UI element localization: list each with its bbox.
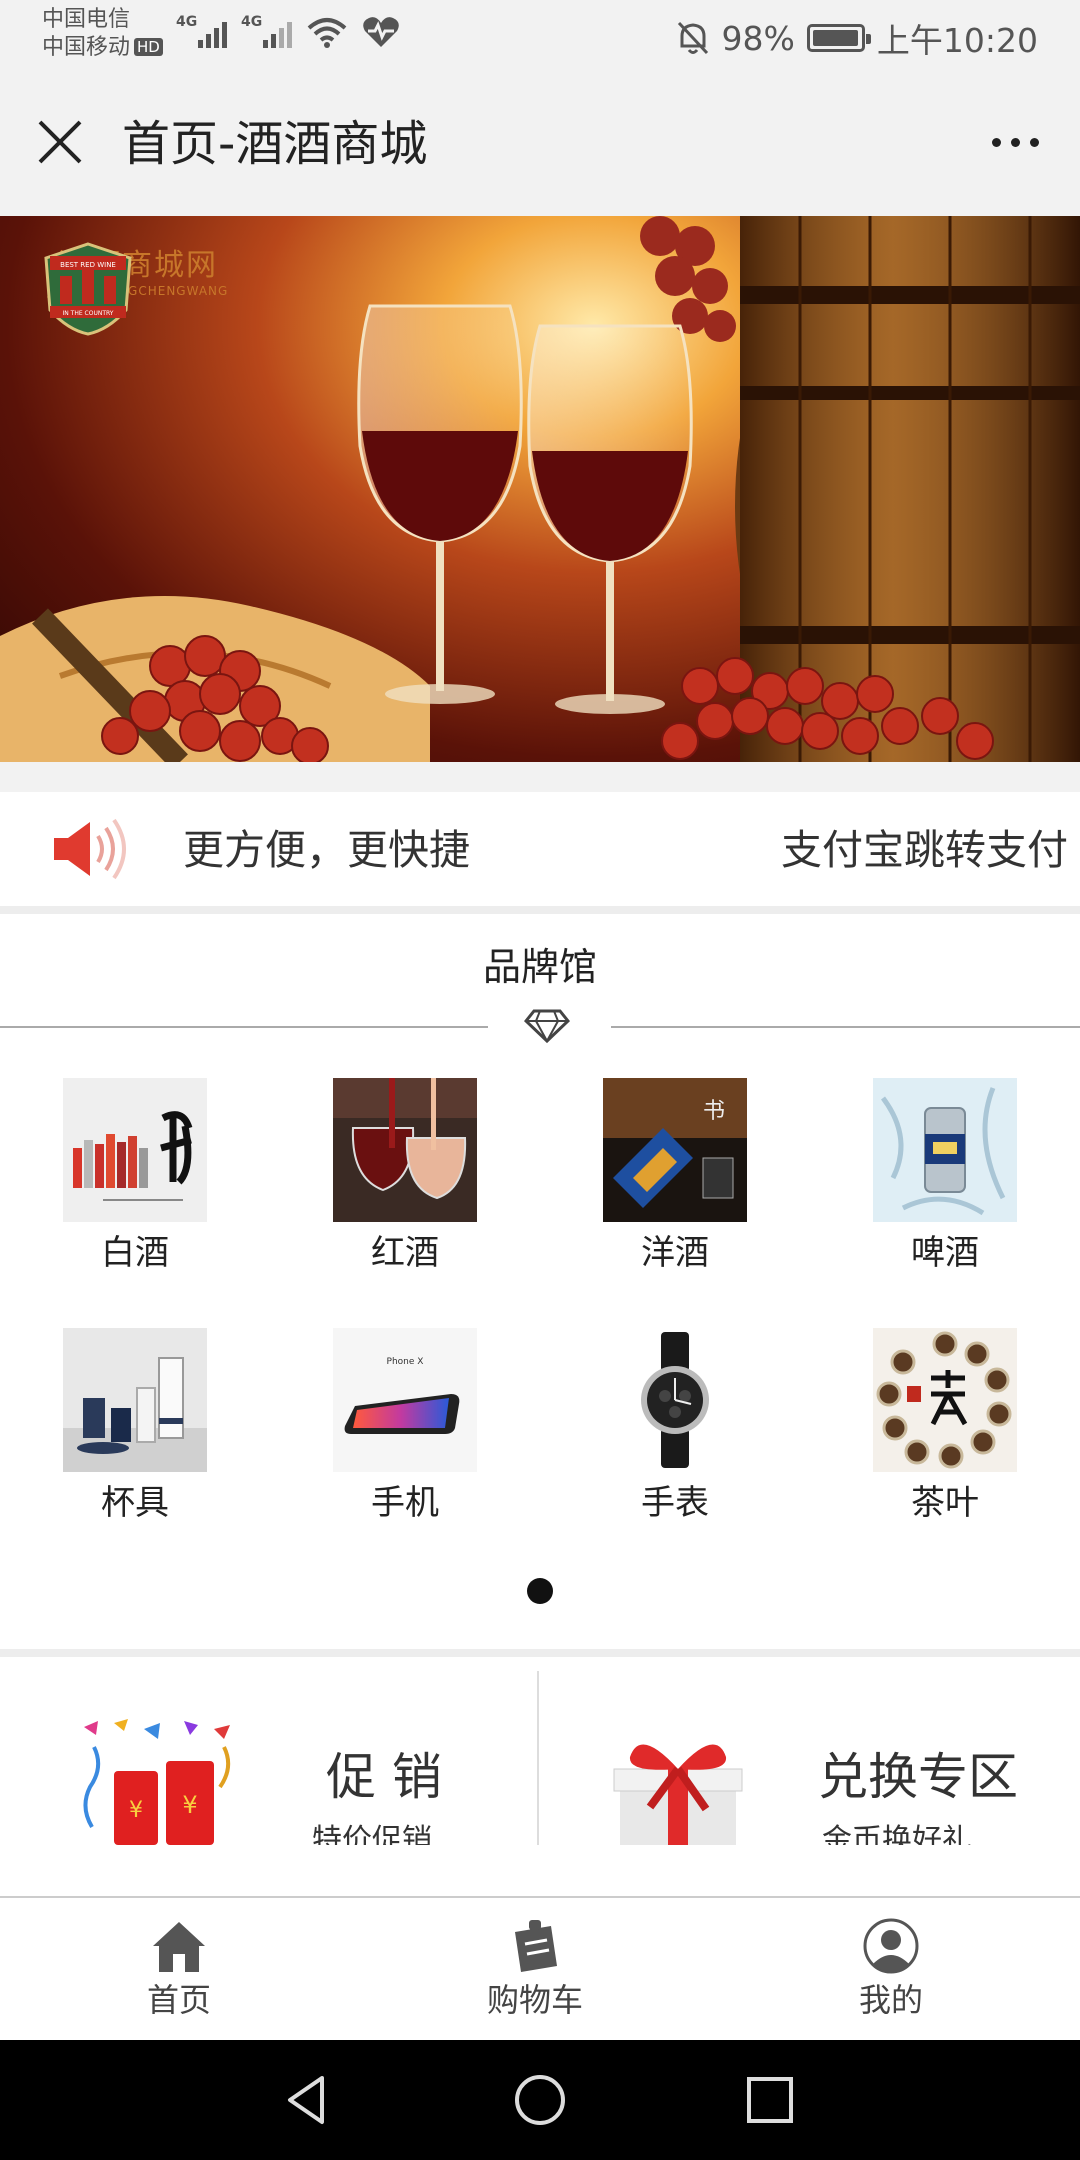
logo-badge-text-2: IN THE COUNTRY bbox=[63, 310, 114, 317]
brand-label: 白酒 bbox=[101, 1233, 169, 1273]
signal-indicators: 4G 4G bbox=[176, 14, 400, 48]
wifi-icon bbox=[307, 18, 347, 48]
section-gap bbox=[0, 906, 1080, 914]
title-bar: 首页-酒酒商城 bbox=[0, 72, 1080, 216]
recents-icon[interactable] bbox=[740, 2070, 800, 2130]
status-bar: 中国电信 中国移动 HD 4G 4G 98% 上午10:20 bbox=[0, 0, 1080, 72]
svg-text:¥: ¥ bbox=[129, 1798, 143, 1823]
sale-confetti-image: ¥ ¥ bbox=[83, 1719, 231, 1845]
bottom-tab-bar: 首页 购物车 我的 bbox=[0, 1896, 1080, 2040]
network-type-2: 4G bbox=[241, 14, 263, 30]
promo-exchange-subtitle: 金币换好礼 bbox=[822, 1823, 972, 1845]
brand-label: 啤酒 bbox=[911, 1233, 979, 1273]
mute-bell-icon bbox=[677, 21, 708, 55]
promo-exchange-title: 兑换专区 bbox=[818, 1748, 1018, 1806]
battery-percent: 98% bbox=[721, 18, 795, 58]
brand-item-tea[interactable]: 茶叶 bbox=[845, 1328, 1045, 1526]
notice-scroll-text: 支付宝跳转支付 bbox=[781, 826, 1068, 874]
brand-item-red-wine[interactable]: 红酒 bbox=[305, 1078, 505, 1276]
promo-sale-title: 促 销 bbox=[326, 1748, 442, 1806]
svg-text:Phone X: Phone X bbox=[387, 1357, 424, 1367]
brand-label: 茶叶 bbox=[911, 1483, 979, 1523]
more-icon bbox=[991, 137, 1001, 147]
promo-card-sale[interactable]: ¥ ¥ 促 销 特价促销 bbox=[0, 1657, 530, 1845]
red-wine-image bbox=[333, 1078, 477, 1222]
watch-image bbox=[603, 1328, 747, 1472]
divider-line bbox=[611, 1026, 1080, 1028]
brand-logo: BEST RED WINE IN THE COUNTRY 酒酒商城网 JIUJI… bbox=[38, 240, 238, 336]
foreign-liquor-image: 书 bbox=[603, 1078, 747, 1222]
carrier-2: 中国移动 bbox=[42, 35, 131, 60]
tab-profile[interactable]: 我的 bbox=[801, 1918, 981, 2020]
page-title: 首页-酒酒商城 bbox=[122, 116, 428, 172]
battery-icon bbox=[806, 24, 871, 52]
back-icon[interactable] bbox=[278, 2070, 338, 2130]
brand-label: 红酒 bbox=[371, 1233, 439, 1273]
section-gap bbox=[0, 1649, 1080, 1657]
logo-badge-icon: BEST RED WINE IN THE COUNTRY bbox=[44, 242, 132, 336]
home-circle-icon[interactable] bbox=[510, 2070, 570, 2130]
svg-text:书: 书 bbox=[703, 1099, 725, 1124]
tea-image bbox=[873, 1328, 1017, 1472]
carrier-2-row: 中国移动 HD bbox=[42, 34, 163, 62]
brand-item-watch[interactable]: 手表 bbox=[575, 1328, 775, 1526]
signal-icon: 4G bbox=[241, 14, 292, 48]
promo-section: ¥ ¥ 促 销 特价促销 兑换专区 金币换好礼 bbox=[0, 1657, 1080, 1897]
cups-image bbox=[63, 1328, 207, 1472]
home-icon bbox=[153, 1922, 205, 1972]
beer-image bbox=[873, 1078, 1017, 1222]
brand-hall: 品牌馆 白酒 红酒 书 洋酒 啤酒 杯具 Phone X 手机 手表 茶叶 bbox=[0, 914, 1080, 1649]
section-gap bbox=[0, 762, 1080, 792]
phone-image: Phone X bbox=[333, 1328, 477, 1472]
promo-divider bbox=[537, 1671, 539, 1845]
tab-home[interactable]: 首页 bbox=[89, 1918, 269, 2020]
divider-line bbox=[0, 1026, 488, 1028]
promo-sale-subtitle: 特价促销 bbox=[312, 1823, 432, 1845]
brand-label: 杯具 bbox=[101, 1483, 169, 1523]
gift-box-image bbox=[613, 1744, 743, 1845]
tab-label: 我的 bbox=[858, 1981, 923, 2019]
cart-icon bbox=[515, 1920, 557, 1972]
svg-text:¥: ¥ bbox=[182, 1791, 197, 1819]
tab-label: 购物车 bbox=[486, 1981, 583, 2019]
status-right: 98% 上午10:20 bbox=[676, 14, 1038, 62]
logo-badge-text-1: BEST RED WINE bbox=[60, 261, 116, 269]
baijiu-image bbox=[63, 1078, 207, 1222]
pager-dot-active[interactable] bbox=[527, 1578, 553, 1604]
notice-bar[interactable]: 更方便，更快捷 支付宝跳转支付 bbox=[0, 792, 1080, 906]
brand-item-foreign-liquor[interactable]: 书 洋酒 bbox=[575, 1078, 775, 1276]
diamond-icon bbox=[524, 1009, 570, 1044]
brand-label: 手机 bbox=[371, 1483, 439, 1523]
more-options-button[interactable] bbox=[980, 112, 1050, 172]
signal-icon: 4G bbox=[176, 14, 227, 48]
close-icon[interactable] bbox=[30, 112, 90, 172]
brand-item-cups[interactable]: 杯具 bbox=[35, 1328, 235, 1526]
hd-badge: HD bbox=[134, 38, 163, 56]
tab-label: 首页 bbox=[146, 1981, 211, 2019]
system-nav-bar bbox=[0, 2040, 1080, 2160]
promo-card-exchange[interactable]: 兑换专区 金币换好礼 bbox=[540, 1657, 1070, 1845]
tab-cart[interactable]: 购物车 bbox=[445, 1918, 625, 2020]
brand-label: 洋酒 bbox=[641, 1233, 709, 1273]
notice-text: 更方便，更快捷 bbox=[183, 826, 470, 874]
profile-icon bbox=[863, 1918, 919, 1974]
health-heart-icon bbox=[363, 17, 399, 47]
speaker-icon bbox=[54, 818, 126, 880]
carrier-info: 中国电信 中国移动 HD bbox=[42, 6, 163, 62]
carrier-1: 中国电信 bbox=[42, 7, 131, 32]
clock: 上午10:20 bbox=[876, 21, 1038, 60]
hero-banner[interactable]: BEST RED WINE IN THE COUNTRY 酒酒商城网 JIUJI… bbox=[0, 216, 1080, 762]
brand-label: 手表 bbox=[641, 1483, 709, 1523]
brand-item-beer[interactable]: 啤酒 bbox=[845, 1078, 1045, 1276]
brand-item-baijiu[interactable]: 白酒 bbox=[35, 1078, 235, 1276]
brand-hall-title: 品牌馆 bbox=[482, 945, 597, 989]
brand-item-phone[interactable]: Phone X 手机 bbox=[305, 1328, 505, 1526]
network-type-1: 4G bbox=[176, 14, 198, 30]
